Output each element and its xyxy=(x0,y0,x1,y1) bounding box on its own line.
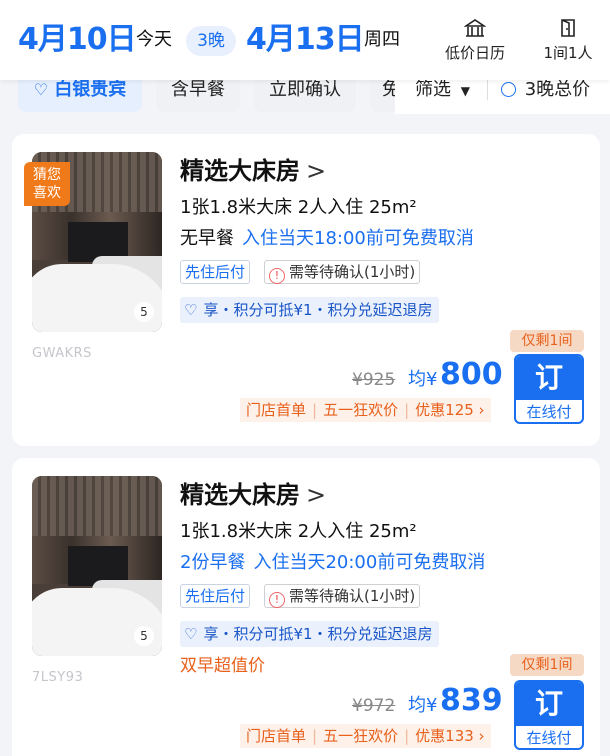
checkin-day-label: 今天 xyxy=(136,29,172,50)
rooms-guests-label: 1间1人 xyxy=(543,44,593,62)
benefit-text: 享・积分可抵¥1・积分兑延迟退房 xyxy=(203,625,433,643)
member-benefit: ♡ 享・积分可抵¥1・积分兑延迟退房 xyxy=(180,621,439,647)
rooms-left-badge: 仅剩1间 xyxy=(510,654,584,676)
promo-first-order: 门店首单 xyxy=(246,401,307,419)
chip-label: 白银贵宾 xyxy=(54,79,127,100)
room-spec: 1张1.8米大床 2人入住 25m² xyxy=(180,521,417,542)
alert-icon: ! xyxy=(269,268,285,284)
original-price: ¥972 xyxy=(352,696,396,716)
confirm-wait-tag: ! 需等待确认(1小时) xyxy=(264,260,421,284)
promo-first-order: 门店首单 xyxy=(246,727,307,745)
book-button[interactable]: 订 在线付 xyxy=(514,680,584,750)
room-spec: 1张1.8米大床 2人入住 25m² xyxy=(180,197,417,218)
room-title-text: 精选大床房 xyxy=(180,481,300,509)
member-benefit: ♡ 享・积分可抵¥1・积分兑延迟退房 xyxy=(180,297,439,323)
room-card[interactable]: 5 7LSY93 精选大床房 > 1张1.8米大床 2人入住 25m² 2份早餐入… xyxy=(12,458,600,756)
online-pay-label: 在线付 xyxy=(526,729,572,747)
low-price-calendar-button[interactable]: 低价日历 xyxy=(442,18,508,63)
calendar-label: 低价日历 xyxy=(444,44,505,62)
avg-price-label: 均¥ xyxy=(408,369,438,390)
promo-discount: 优惠125 › xyxy=(415,401,485,419)
radio-icon xyxy=(501,82,516,97)
rooms-left-badge: 仅剩1间 xyxy=(510,330,584,352)
diamond-icon: ♡ xyxy=(33,80,49,99)
room-title-text: 精选大床房 xyxy=(180,157,300,185)
confirm-wait-label: 需等待确认(1小时) xyxy=(289,263,416,281)
benefit-text: 享・积分可抵¥1・积分兑延迟退房 xyxy=(203,301,433,319)
meal-cancel-policy: 2份早餐 入住当天20:00前可免费取消 xyxy=(180,551,485,575)
photo-count-badge: 5 xyxy=(134,302,154,322)
nightly-price: 800 xyxy=(440,357,503,392)
room-title[interactable]: 精选大床房 > xyxy=(180,480,326,510)
room-code: 7LSY93 xyxy=(32,670,84,685)
calendar-building-icon xyxy=(464,19,486,37)
promo-may-day: 五一狂欢价 xyxy=(323,401,399,419)
chevron-right-icon: > xyxy=(306,481,327,509)
date-header: 4月10日 今天 3晚 4月13日 周四 低价日历 1间1人 xyxy=(0,0,610,80)
recommend-badge: 猜您 喜欢 xyxy=(24,162,70,206)
pay-later-tag: 先住后付 xyxy=(180,260,251,284)
photo-count-badge: 5 xyxy=(134,626,154,646)
nights-badge: 3晚 xyxy=(186,26,236,56)
promo-strip[interactable]: 门店首单 | 五一狂欢价 | 优惠125 › xyxy=(240,398,491,422)
meal-info: 2份早餐 xyxy=(180,552,246,573)
door-icon xyxy=(561,19,575,37)
promo-may-day: 五一狂欢价 xyxy=(323,727,399,745)
diamond-icon: ♡ xyxy=(184,625,198,643)
promo-discount: 优惠133 › xyxy=(415,727,485,745)
diamond-icon: ♡ xyxy=(184,301,198,319)
chevron-right-icon: > xyxy=(306,157,327,185)
online-pay-label: 在线付 xyxy=(526,403,572,421)
total-price-label: 3晚总价 xyxy=(524,79,591,100)
cancel-policy: 入住当天18:00前可免费取消 xyxy=(242,228,474,249)
nightly-price: 839 xyxy=(440,683,503,718)
room-title[interactable]: 精选大床房 > xyxy=(180,156,326,186)
confirm-wait-label: 需等待确认(1小时) xyxy=(289,587,416,605)
pay-later-tag: 先住后付 xyxy=(180,584,251,608)
room-card[interactable]: 5 猜您 喜欢 GWAKRS 精选大床房 > 1张1.8米大床 2人入住 25m² … xyxy=(12,134,600,446)
checkout-date[interactable]: 4月13日 xyxy=(246,22,365,58)
avg-price-label: 均¥ xyxy=(408,695,438,716)
meal-cancel-policy: 无早餐 入住当天18:00前可免费取消 xyxy=(180,227,474,251)
room-photo[interactable]: 5 xyxy=(32,476,162,656)
meal-info: 无早餐 xyxy=(180,228,234,249)
book-label: 订 xyxy=(516,682,582,726)
confirm-wait-tag: ! 需等待确认(1小时) xyxy=(264,584,421,608)
divider xyxy=(487,80,488,100)
alert-icon: ! xyxy=(269,592,285,608)
checkout-day-label: 周四 xyxy=(364,29,400,50)
promo-strip[interactable]: 门店首单 | 五一狂欢价 | 优惠133 › xyxy=(240,724,491,748)
rooms-guests-button[interactable]: 1间1人 xyxy=(538,18,598,63)
filter-label: 筛选 xyxy=(415,79,451,100)
room-code: GWAKRS xyxy=(32,346,92,361)
cancel-policy: 入住当天20:00前可免费取消 xyxy=(253,552,486,573)
caret-down-icon: ▼ xyxy=(460,84,470,98)
deal-label: 双早超值价 xyxy=(180,656,265,676)
book-button[interactable]: 订 在线付 xyxy=(514,354,584,424)
checkin-date[interactable]: 4月10日 xyxy=(18,22,137,58)
original-price: ¥925 xyxy=(352,370,396,390)
book-label: 订 xyxy=(516,356,582,400)
